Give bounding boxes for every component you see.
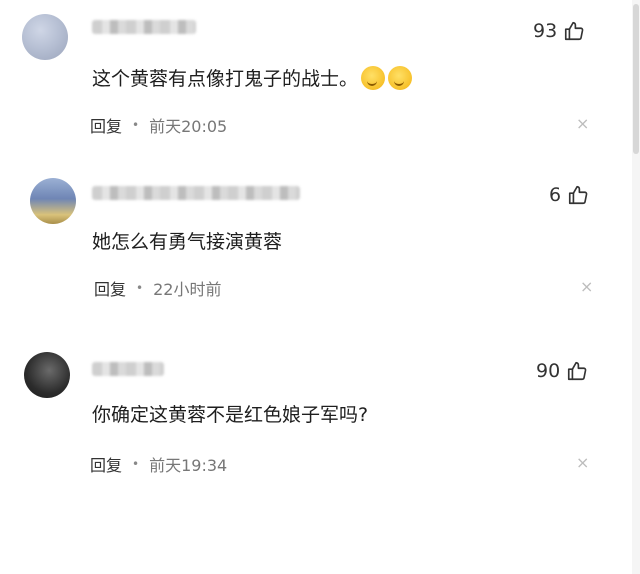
avatar[interactable] (24, 352, 70, 398)
comment-text: 你确定这黄蓉不是红色娘子军吗? (92, 404, 369, 426)
separator-dot: • (132, 457, 140, 471)
like-button[interactable]: 6 (549, 184, 589, 206)
reply-button[interactable]: 回复 (94, 276, 126, 300)
thumbs-up-icon (565, 21, 584, 41)
comment-text-row: 她怎么有勇气接演黄蓉 (92, 227, 282, 254)
close-icon[interactable]: × (576, 114, 589, 133)
comment-meta: 回复 • 前天20:05 (90, 113, 227, 137)
username-blurred[interactable] (92, 186, 300, 200)
like-count: 93 (533, 20, 558, 42)
comment-text-row: 这个黄蓉有点像打鬼子的战士。 (92, 64, 413, 91)
username-blurred[interactable] (92, 20, 196, 34)
avatar[interactable] (30, 178, 76, 224)
reply-button[interactable]: 回复 (90, 452, 122, 476)
comment-meta: 回复 • 22小时前 (94, 276, 221, 300)
close-icon[interactable]: × (580, 277, 593, 296)
timestamp: 前天19:34 (149, 456, 228, 475)
like-button[interactable]: 90 (536, 360, 588, 382)
timestamp: 前天20:05 (149, 117, 228, 136)
timestamp: 22小时前 (153, 280, 222, 299)
separator-dot: • (132, 118, 140, 132)
smile-emoji-icon (361, 65, 386, 90)
username-blurred[interactable] (92, 362, 164, 376)
thumbs-up-icon (568, 361, 587, 381)
smile-emoji-icon (388, 65, 413, 90)
comment-text-row: 你确定这黄蓉不是红色娘子军吗? (92, 400, 368, 427)
close-icon[interactable]: × (576, 453, 589, 472)
comment-meta: 回复 • 前天19:34 (90, 452, 227, 476)
comment-text: 她怎么有勇气接演黄蓉 (92, 231, 283, 253)
comment-text: 这个黄蓉有点像打鬼子的战士。 (92, 68, 359, 90)
like-count: 6 (549, 184, 562, 206)
separator-dot: • (136, 281, 144, 295)
like-button[interactable]: 93 (533, 20, 585, 42)
like-count: 90 (536, 360, 561, 382)
thumbs-up-icon (569, 185, 588, 205)
scrollbar-thumb[interactable] (633, 4, 639, 154)
avatar[interactable] (22, 14, 68, 60)
reply-button[interactable]: 回复 (90, 113, 122, 137)
scrollbar-track[interactable] (632, 0, 640, 574)
